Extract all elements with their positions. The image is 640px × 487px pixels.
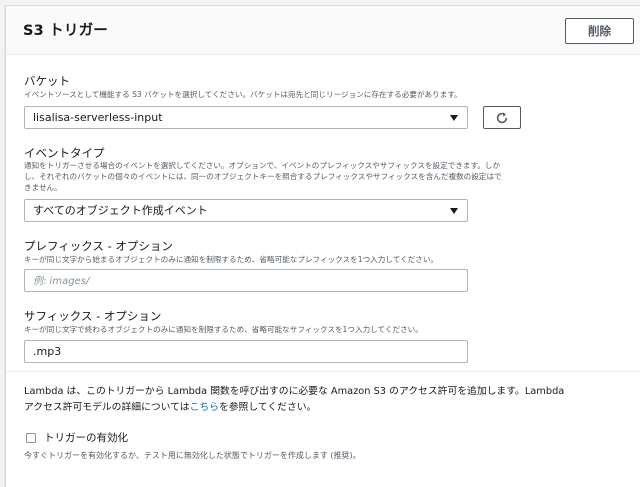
prefix-description: キーが同じ文字から始まるオブジェクトのみに通知を制限するため、省略可能なプレフィ… — [24, 255, 439, 264]
note-part1: Lambda は、このトリガーから Lambda 関数を呼び出すのに必要な Am… — [24, 386, 565, 397]
bucket-select-value: lisalisa-serverless-input — [33, 111, 163, 124]
event-type-description-line3: きません。 — [24, 183, 62, 192]
suffix-value: .mp3 — [33, 345, 62, 358]
enable-trigger-label[interactable]: トリガーの有効化 — [44, 430, 128, 445]
prefix-input[interactable]: 例: images/ — [24, 269, 468, 292]
delete-button[interactable]: 削除 — [565, 18, 634, 44]
refresh-icon — [496, 111, 508, 123]
bucket-select[interactable]: lisalisa-serverless-input — [24, 106, 468, 129]
panel-header: S3 トリガー 削除 — [6, 6, 640, 55]
permissions-note: Lambda は、このトリガーから Lambda 関数を呼び出すのに必要な Am… — [24, 384, 624, 416]
suffix-description: キーが同じ文字で終わるオブジェクトのみに通知を制限するため、省略可能なサフィック… — [24, 325, 423, 334]
event-type-description-line2: し、それぞれのバケットの個々のイベントには、同一のオブジェクトキーを照合するプレ… — [24, 172, 502, 181]
divider — [6, 371, 640, 372]
refresh-button[interactable] — [483, 106, 521, 129]
caret-down-icon — [450, 208, 458, 214]
s3-trigger-panel: S3 トリガー 削除 バケット イベントソースとして機能する S3 バケットを選… — [5, 5, 640, 487]
panel-title: S3 トリガー — [23, 23, 108, 39]
caret-down-icon — [450, 115, 458, 121]
suffix-input[interactable]: .mp3 — [24, 340, 468, 363]
prefix-placeholder: 例: images/ — [33, 276, 90, 287]
enable-trigger-checkbox[interactable] — [26, 433, 36, 443]
enable-trigger-description: 今すぐトリガーを有効化するか、テスト用に無効化した状態でトリガーを作成します (… — [24, 451, 361, 460]
permissions-link[interactable]: こちら — [190, 402, 219, 413]
bucket-description: イベントソースとして機能する S3 バケットを選択してください。バケットは宛先と… — [24, 90, 462, 99]
prefix-label: プレフィックス - オプション — [24, 239, 173, 253]
note-part3: を参照してください。 — [218, 402, 317, 413]
event-type-label: イベントタイプ — [24, 146, 105, 160]
event-type-description-line1: 通知をトリガーさせる場合のイベントを選択してください。オプションで、イベントのプ… — [24, 161, 501, 170]
event-type-select-value: すべてのオブジェクト作成イベント — [33, 204, 208, 217]
bucket-label: バケット — [24, 74, 70, 88]
note-part2: アクセス許可モデルの詳細については — [24, 402, 190, 413]
event-type-select[interactable]: すべてのオブジェクト作成イベント — [24, 199, 468, 222]
suffix-label: サフィックス - オプション — [24, 309, 162, 323]
